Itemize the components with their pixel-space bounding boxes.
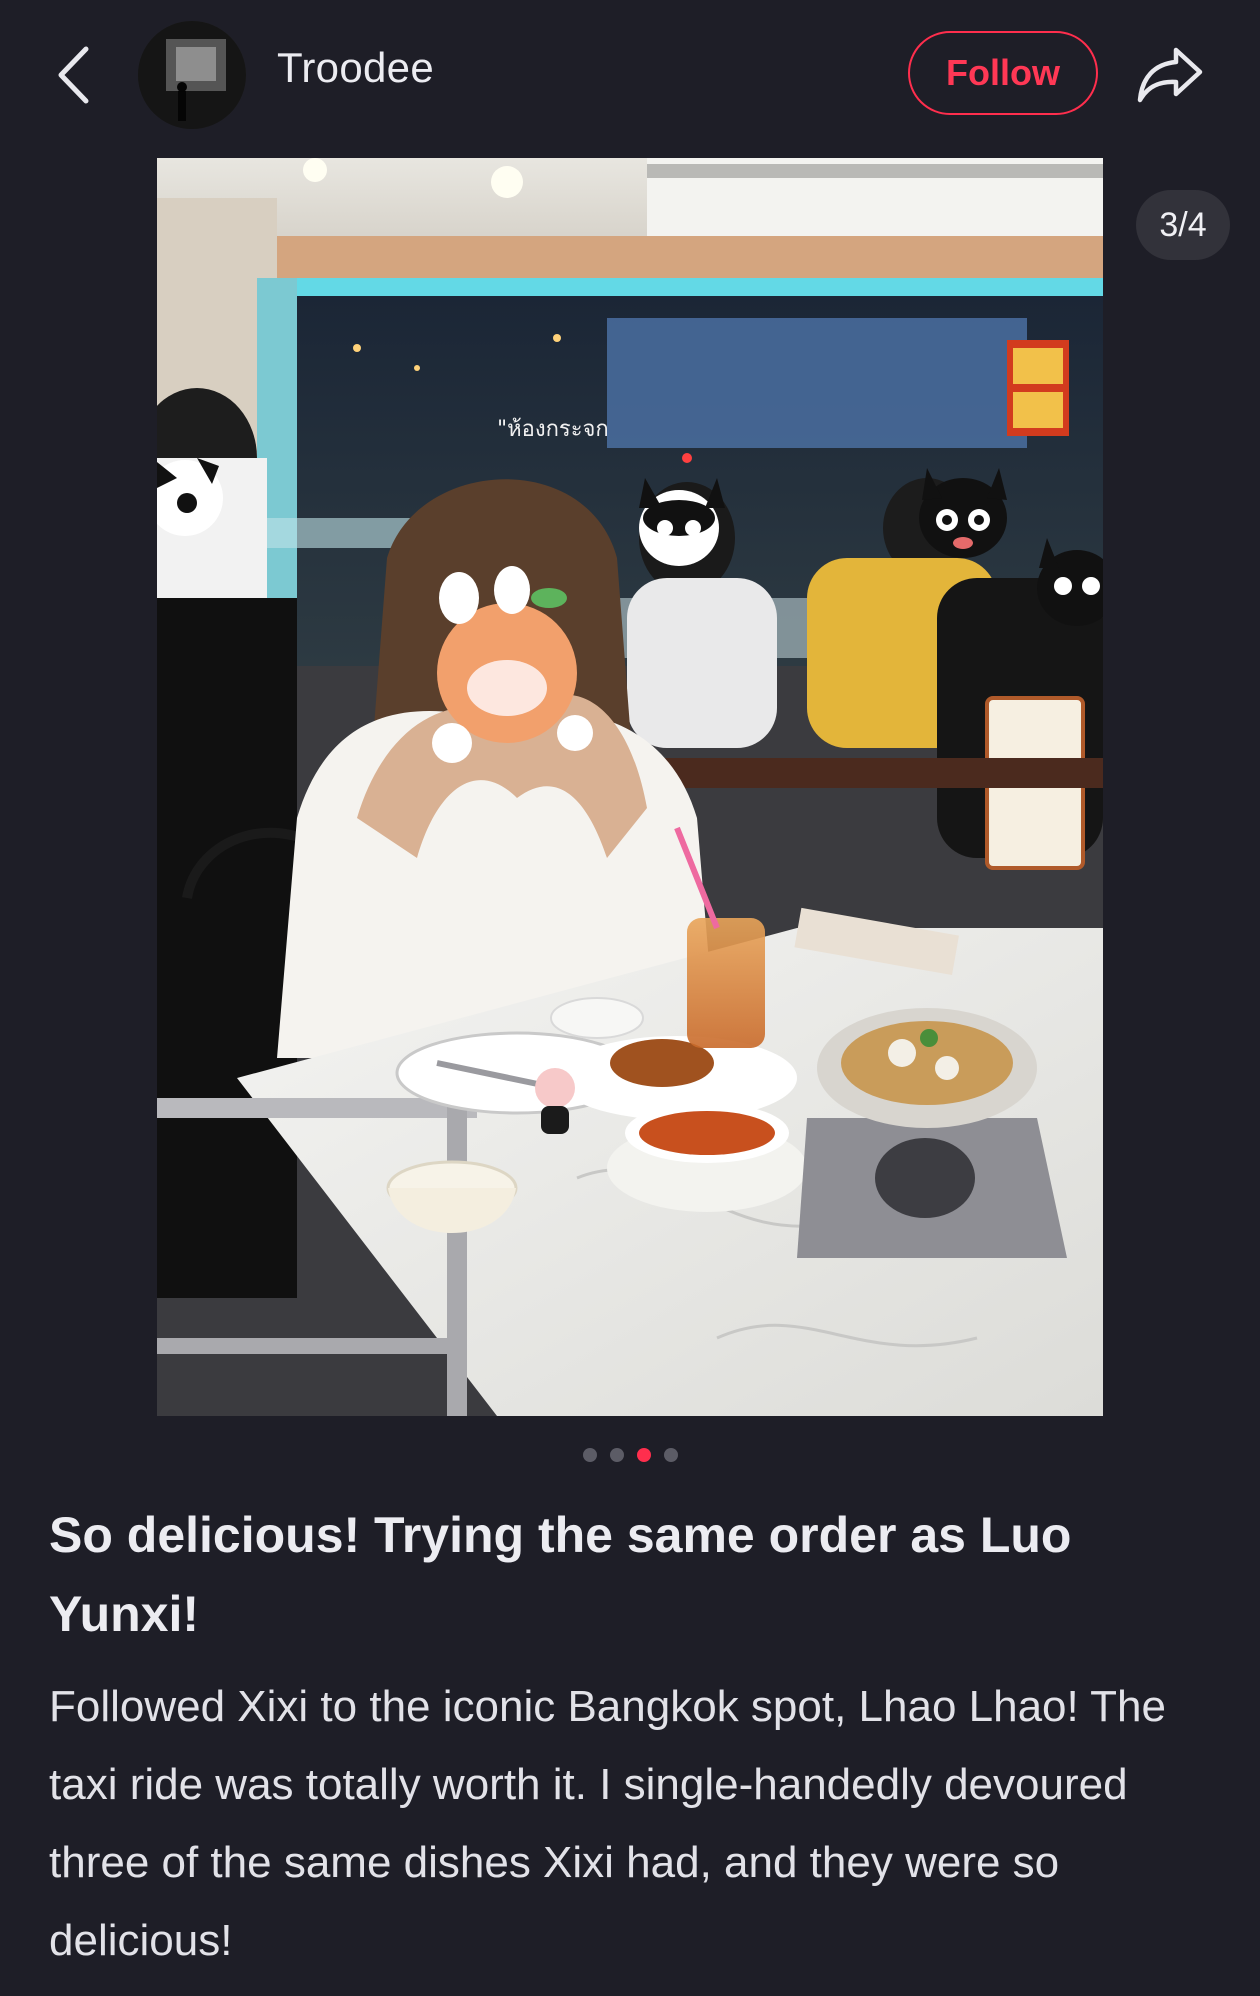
window-sign-text: "ห้องกระจก [497,417,609,442]
carousel-dot[interactable] [582,1448,597,1462]
carousel-dot[interactable] [609,1448,624,1462]
post-header: Troodee Follow [0,0,1260,150]
follow-button[interactable]: Follow [908,31,1098,115]
back-button[interactable] [48,38,98,112]
page-counter: 3/4 [1136,190,1230,260]
carousel-dot[interactable] [663,1448,678,1462]
username[interactable]: Troodee [277,44,434,92]
post-body: Followed Xixi to the iconic Bangkok spot… [49,1682,1166,1965]
carousel-dots [0,1448,1260,1464]
restaurant-photo: "ห้องกระจก [157,158,1103,1416]
share-button[interactable] [1130,34,1210,114]
avatar[interactable] [138,21,246,129]
avatar-image [138,21,246,129]
chevron-left-icon [58,46,89,104]
post-detail-page: Troodee Follow "ห้องกระจก 3/4 So delicio… [0,0,1260,1996]
post-title: So delicious! Trying the same order as L… [49,1507,1072,1642]
post-photo[interactable]: "ห้องกระจก [157,158,1103,1416]
share-arrow-icon [1137,47,1203,103]
cat-sticker [919,468,1007,558]
carousel-dot-active[interactable] [636,1448,651,1462]
